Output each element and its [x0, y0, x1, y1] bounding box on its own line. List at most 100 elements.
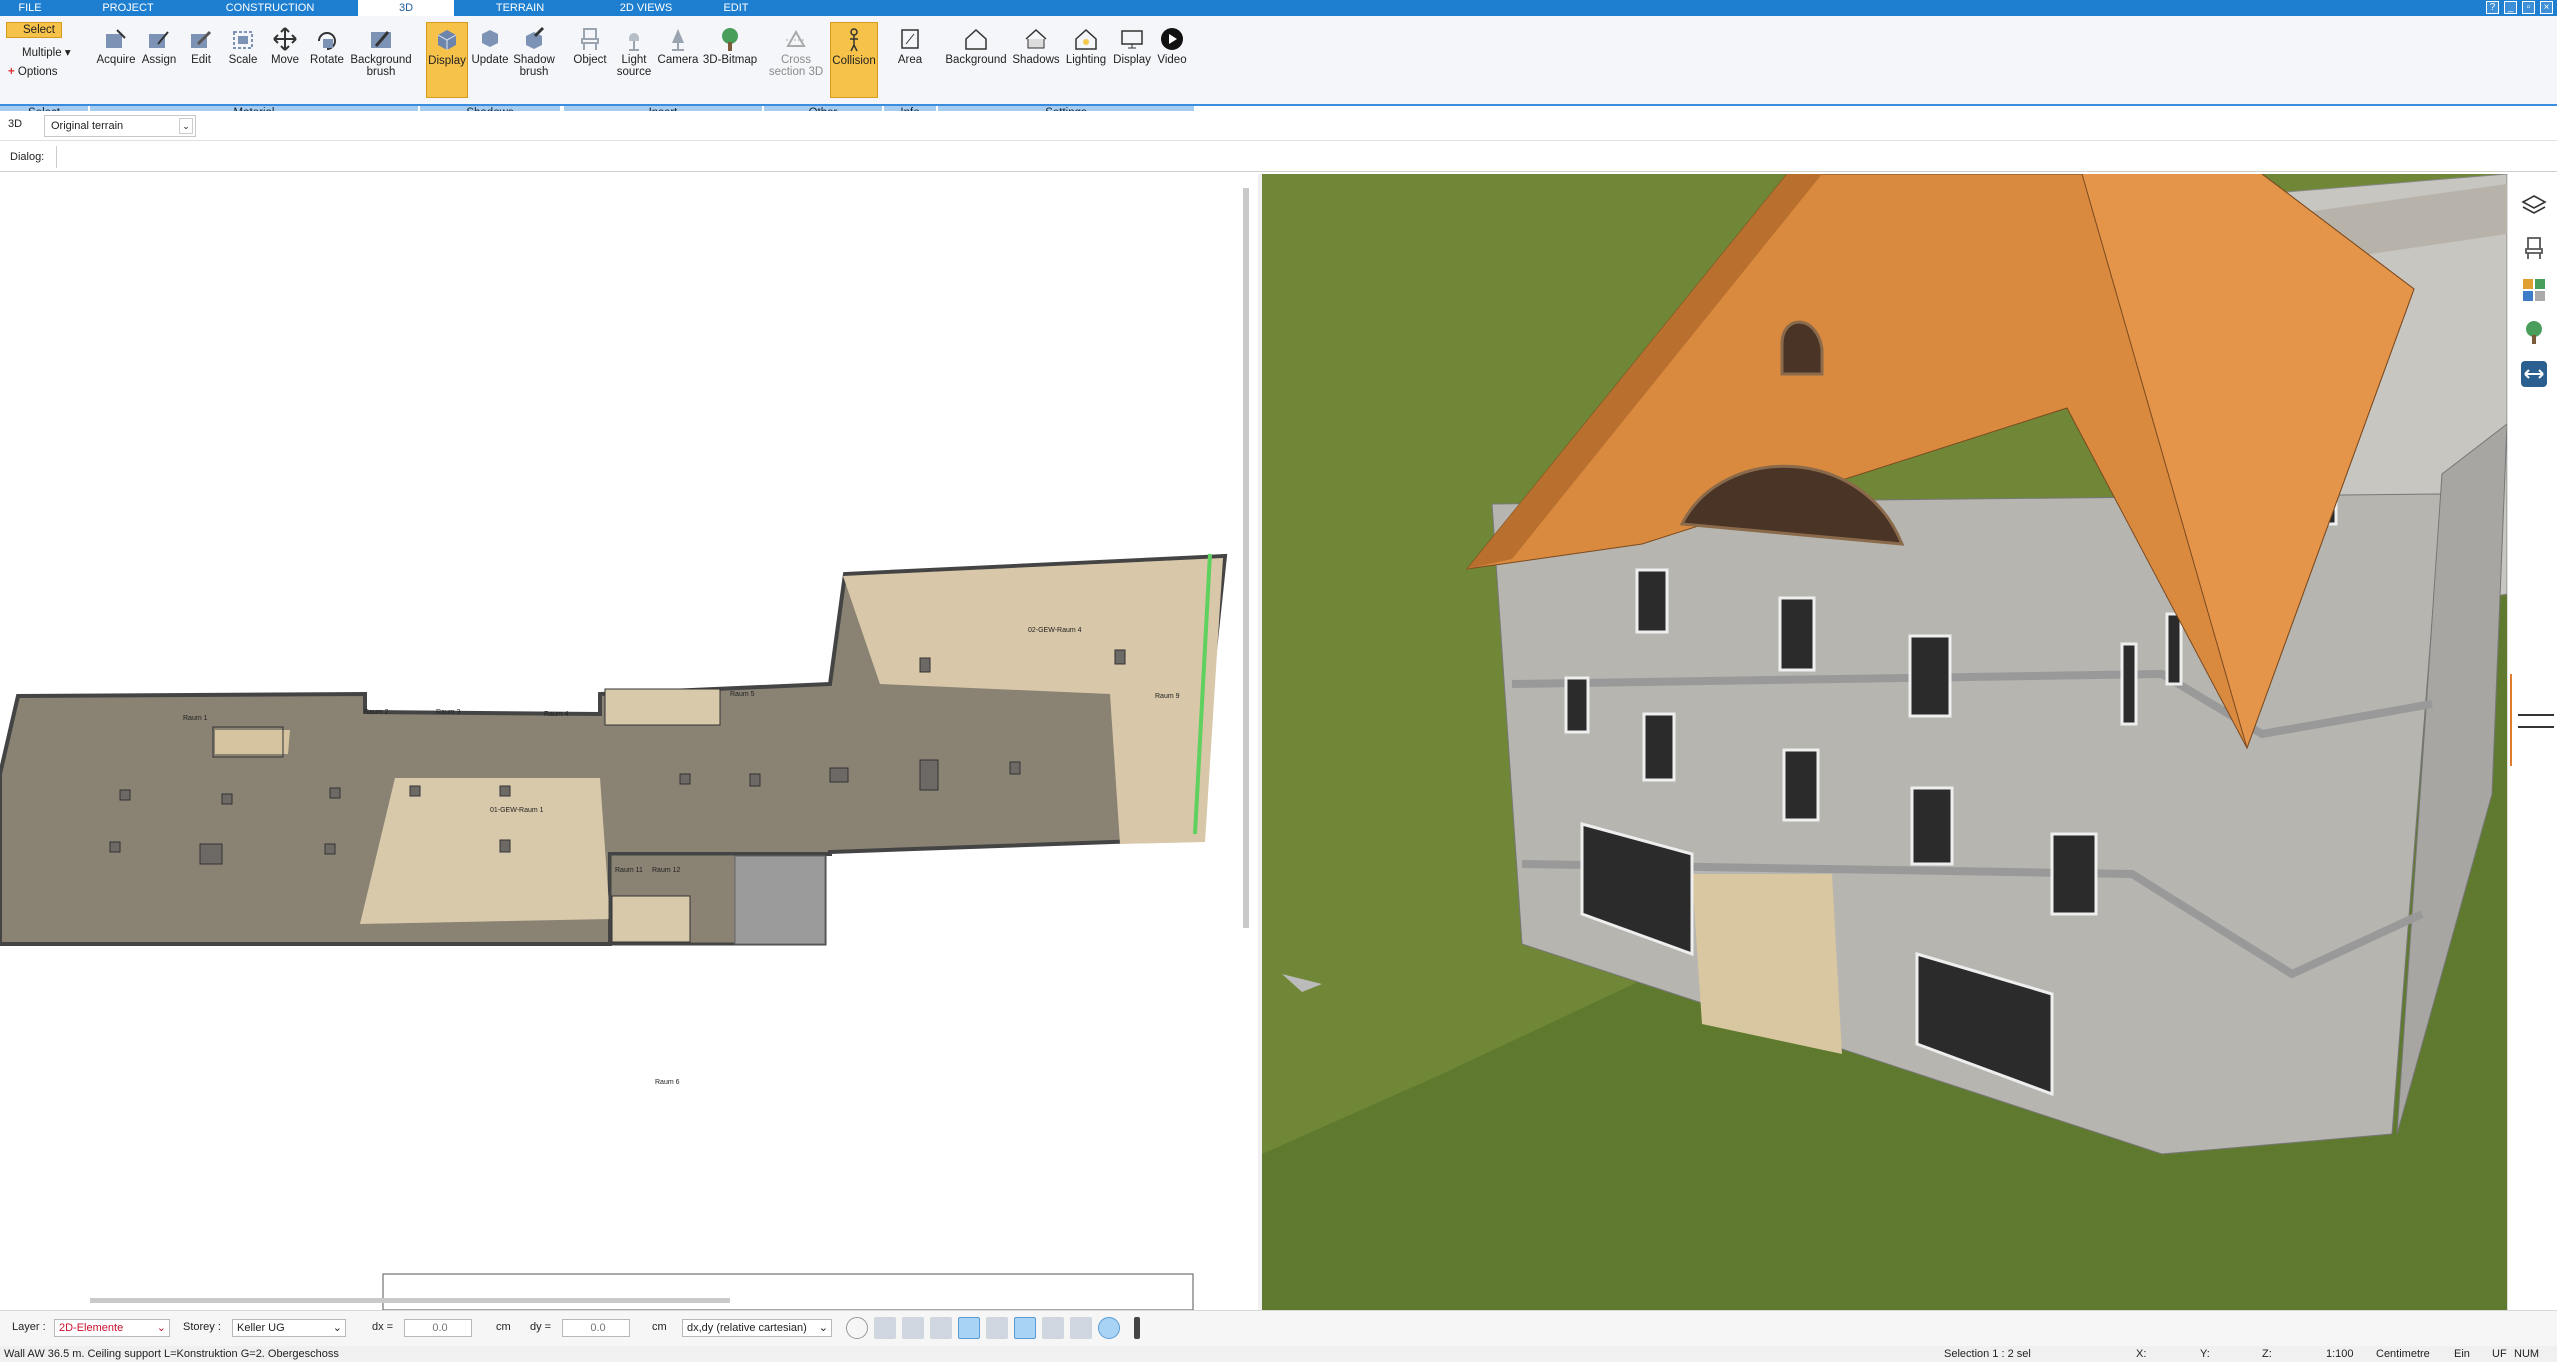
- more-options-icon[interactable]: [1134, 1317, 1140, 1339]
- upper-room-label: 02-GEW-Raum 4: [1028, 627, 1082, 634]
- scale-button[interactable]: Scale: [222, 22, 264, 98]
- layer-select[interactable]: 2D-Elemente ⌄: [54, 1319, 170, 1337]
- tab-file[interactable]: FILE: [0, 0, 60, 16]
- materials-icon[interactable]: [2520, 276, 2548, 304]
- close-icon[interactable]: ×: [2540, 1, 2553, 14]
- lighting-button[interactable]: Lighting: [1062, 22, 1110, 98]
- minimize-icon[interactable]: _: [2504, 1, 2517, 14]
- room-label: Raum 5: [730, 691, 755, 698]
- select-button[interactable]: Select: [6, 22, 62, 38]
- room-label: Raum 2: [364, 709, 389, 716]
- house-lighting-icon: [1075, 28, 1097, 50]
- tab-2d-views[interactable]: 2D VIEWS: [608, 0, 684, 16]
- 3d-view[interactable]: [1262, 174, 2507, 1310]
- y-coordinate: Y:: [2200, 1348, 2210, 1360]
- mode-status: Ein: [2454, 1348, 2470, 1360]
- object-button[interactable]: Object: [568, 22, 612, 98]
- acquire-icon: [106, 29, 126, 48]
- magnet-icon[interactable]: [902, 1317, 924, 1339]
- plan-scrollbar[interactable]: [1243, 188, 1249, 928]
- edit-material-button[interactable]: Edit: [180, 22, 222, 98]
- plane-icon[interactable]: [1014, 1317, 1036, 1339]
- house-shadow-icon: [1025, 28, 1047, 49]
- room-label: Raum 12: [652, 867, 681, 874]
- z-coordinate: Z:: [2262, 1348, 2272, 1360]
- floor-plan-view[interactable]: Raum 1 Raum 2 Raum 3 Raum 4 Raum 5 Raum …: [0, 174, 1258, 1311]
- tree-icon[interactable]: [2520, 318, 2548, 346]
- dialog-toolbar: Dialog:: [0, 144, 2557, 172]
- 3d-bitmap-button[interactable]: 3D-Bitmap: [700, 22, 760, 98]
- display-shadows-button[interactable]: Display: [426, 22, 468, 98]
- multiple-button[interactable]: Multiple ▾: [8, 45, 71, 59]
- grid-snap-icon[interactable]: [958, 1317, 980, 1339]
- video-button[interactable]: Video: [1154, 22, 1190, 98]
- plus-icon: +: [8, 66, 15, 78]
- right-dock: [2507, 174, 2557, 1310]
- area-icon: [901, 29, 919, 49]
- cross-section-icon: [786, 29, 806, 47]
- rotate-button[interactable]: Rotate: [306, 22, 348, 98]
- camera-button[interactable]: Camera: [656, 22, 700, 98]
- plan-horizontal-scrollbar[interactable]: [90, 1298, 730, 1303]
- snap-icon[interactable]: [874, 1317, 896, 1339]
- north-icon[interactable]: [1098, 1317, 1120, 1339]
- floor-plan-canvas: Raum 1 Raum 2 Raum 3 Raum 4 Raum 5 Raum …: [0, 553, 1228, 1311]
- dy-label: dy =: [530, 1321, 552, 1333]
- room-label: Raum 1: [183, 715, 208, 722]
- person-icon: [850, 28, 858, 52]
- storey-select[interactable]: Keller UG ⌄: [232, 1319, 346, 1337]
- tab-terrain[interactable]: TERRAIN: [482, 0, 558, 16]
- divider: [56, 146, 57, 168]
- background-brush-button[interactable]: Background brush: [348, 22, 414, 98]
- lines-icon[interactable]: [1042, 1317, 1064, 1339]
- room-label: Raum 11: [615, 867, 643, 874]
- terrain-select[interactable]: Original terrain ⌄: [44, 115, 196, 137]
- ortho-icon[interactable]: [930, 1317, 952, 1339]
- display-settings-button[interactable]: Display: [1110, 22, 1154, 98]
- dy-input[interactable]: 0.0: [562, 1319, 630, 1337]
- acquire-button[interactable]: Acquire: [94, 22, 138, 98]
- tab-project[interactable]: PROJECT: [90, 0, 166, 16]
- main-room-label: 01-GEW-Raum 1: [490, 807, 544, 814]
- coordinate-mode-select[interactable]: dx,dy (relative cartesian) ⌄: [682, 1319, 832, 1337]
- tab-edit[interactable]: EDIT: [710, 0, 762, 16]
- options-button[interactable]: + Options: [8, 66, 58, 78]
- edit-material-icon: [191, 30, 212, 48]
- restore-icon[interactable]: ▫: [2522, 1, 2535, 14]
- lamp-icon: [629, 33, 639, 51]
- update-shadows-button[interactable]: Update: [468, 22, 512, 98]
- layers-icon[interactable]: [2520, 192, 2548, 220]
- room-label: Raum 4: [544, 711, 569, 718]
- dimension-icon[interactable]: [2520, 360, 2548, 388]
- collision-button[interactable]: Collision: [830, 22, 878, 98]
- 3d-scene: [1262, 174, 2507, 1310]
- chair-icon: [581, 28, 599, 50]
- shadow-brush-button[interactable]: Shadow brush: [512, 22, 556, 98]
- tab-3d[interactable]: 3D: [358, 0, 454, 16]
- status-message: Wall AW 36.5 m. Ceiling support L=Konstr…: [4, 1348, 339, 1360]
- chevron-down-icon: ⌄: [818, 1322, 828, 1334]
- ribbon-tab-bar: FILE PROJECT CONSTRUCTION 3D TERRAIN 2D …: [0, 0, 2557, 16]
- tree-icon: [722, 28, 738, 51]
- layer-label: Layer :: [12, 1321, 46, 1333]
- grid-icon[interactable]: [1070, 1317, 1092, 1339]
- cross-section-3d-button[interactable]: Cross section 3D: [768, 22, 824, 98]
- room-label: Raum 6: [655, 1079, 680, 1086]
- background-button[interactable]: Background: [942, 22, 1010, 98]
- move-button[interactable]: Move: [264, 22, 306, 98]
- panel-handle[interactable]: [2510, 674, 2556, 766]
- clock-icon[interactable]: [846, 1317, 868, 1339]
- ribbon: Select Multiple ▾ + Options Select Acqui…: [0, 16, 2557, 120]
- selection-status: Selection 1 : 2 sel: [1944, 1348, 2031, 1360]
- shadows-settings-button[interactable]: Shadows: [1010, 22, 1062, 98]
- scale-status: 1:100: [2326, 1348, 2354, 1360]
- light-source-button[interactable]: Light source: [612, 22, 656, 98]
- assign-icon: [149, 31, 169, 48]
- tab-construction[interactable]: CONSTRUCTION: [215, 0, 325, 16]
- chair-icon[interactable]: [2520, 234, 2548, 262]
- help-icon[interactable]: ?: [2486, 1, 2499, 14]
- area-button[interactable]: Area: [888, 22, 932, 98]
- assign-button[interactable]: Assign: [138, 22, 180, 98]
- layer-snap-icon[interactable]: [986, 1317, 1008, 1339]
- dx-input[interactable]: 0.0: [404, 1319, 472, 1337]
